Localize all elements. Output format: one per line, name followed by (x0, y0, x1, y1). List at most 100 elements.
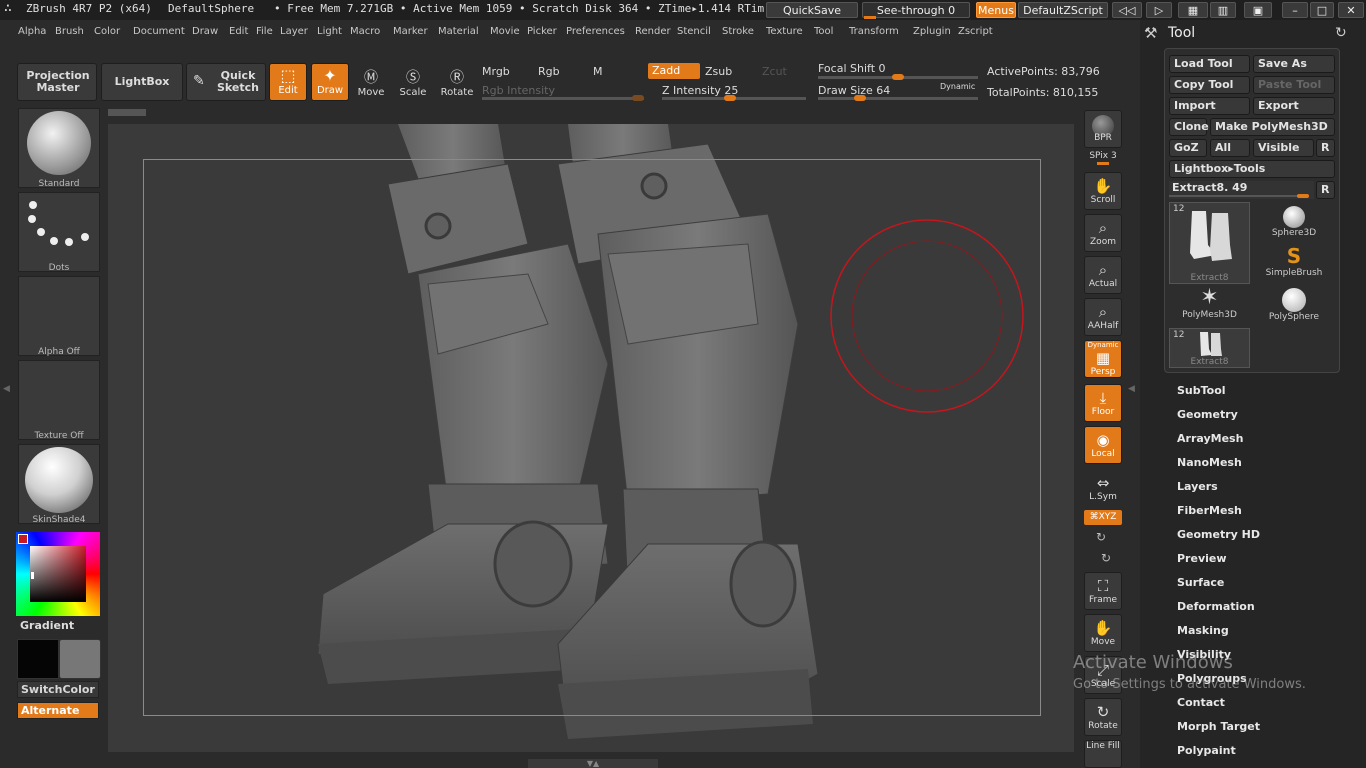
menu-material[interactable]: Material (438, 26, 479, 37)
section-subtool[interactable]: SubTool (1177, 384, 1226, 397)
menu-macro[interactable]: Macro (350, 26, 380, 37)
aahalf-button[interactable]: ⌕ AAHalf (1084, 298, 1122, 336)
floor-button[interactable]: ⤓ Floor (1084, 384, 1122, 422)
right-dock-arrow-icon[interactable]: ◀ (1128, 384, 1135, 394)
m-button[interactable]: M (593, 65, 603, 78)
menu-document[interactable]: Document (133, 26, 185, 37)
brush-selector[interactable]: Standard (18, 108, 100, 189)
alternate-button[interactable]: Alternate (17, 702, 99, 719)
refresh-icon[interactable]: ↻ (1335, 25, 1347, 41)
section-geometry-hd[interactable]: Geometry HD (1177, 528, 1260, 541)
paste-tool-button[interactable]: Paste Tool (1253, 76, 1335, 94)
menu-zscript[interactable]: Zscript (958, 26, 993, 37)
local-button[interactable]: ◉ Local (1084, 426, 1122, 464)
scroll-right-icon[interactable]: ▷ (1146, 2, 1172, 18)
menu-tool[interactable]: Tool (814, 26, 833, 37)
z-intensity-knob[interactable] (724, 95, 736, 101)
layout-icon[interactable]: ▦ (1178, 2, 1208, 18)
rotate-button[interactable]: Ⓡ Rotate (439, 63, 475, 101)
section-nanomesh[interactable]: NanoMesh (1177, 456, 1242, 469)
mrgb-button[interactable]: Mrgb (482, 65, 510, 78)
section-layers[interactable]: Layers (1177, 480, 1218, 493)
rotate-view-button[interactable]: ↻ Rotate (1084, 698, 1122, 736)
section-arraymesh[interactable]: ArrayMesh (1177, 432, 1243, 445)
tool-thumb-simplebrush[interactable]: S SimpleBrush (1256, 244, 1332, 284)
zoom-button[interactable]: ⌕ Zoom (1084, 214, 1122, 252)
color-picker-ring[interactable] (16, 532, 100, 616)
minimize-icon[interactable]: – (1282, 2, 1308, 18)
bottom-tray-handle-icon[interactable]: ▼▲ (528, 759, 658, 768)
section-surface[interactable]: Surface (1177, 576, 1224, 589)
menu-color[interactable]: Color (94, 26, 120, 37)
see-through-slider[interactable]: See-through 0 (862, 2, 970, 18)
tool-palette-title[interactable]: Tool (1168, 25, 1195, 41)
extract-r-button[interactable]: R (1316, 181, 1335, 199)
rgb-intensity-knob[interactable] (632, 95, 644, 101)
quicksave-button[interactable]: QuickSave (766, 2, 858, 18)
menu-render[interactable]: Render (635, 26, 671, 37)
rotate-z-icon[interactable]: ↻ (1101, 551, 1111, 565)
tool-thumb-extract8-small[interactable]: 12 Extract8 (1169, 328, 1250, 368)
save-as-button[interactable]: Save As (1253, 55, 1335, 73)
draw-size-slider[interactable] (818, 97, 978, 100)
menu-marker[interactable]: Marker (393, 26, 428, 37)
section-deformation[interactable]: Deformation (1177, 600, 1255, 613)
section-fibermesh[interactable]: FiberMesh (1177, 504, 1242, 517)
linefill-button[interactable]: Line Fill (1084, 740, 1122, 768)
maximize-icon[interactable]: □ (1310, 2, 1334, 18)
menu-transform[interactable]: Transform (849, 26, 899, 37)
draw-button[interactable]: ✦ Draw (311, 63, 349, 101)
load-tool-button[interactable]: Load Tool (1169, 55, 1250, 73)
gradient-label[interactable]: Gradient (20, 619, 74, 632)
goz-visible-button[interactable]: Visible (1253, 139, 1314, 157)
section-contact[interactable]: Contact (1177, 696, 1225, 709)
lock-icon[interactable]: ▣ (1244, 2, 1272, 18)
zadd-button[interactable]: Zadd (648, 63, 700, 79)
tray-handle[interactable] (108, 109, 146, 116)
xyz-button[interactable]: ⌘XYZ (1084, 510, 1122, 525)
extract-slider-knob[interactable] (1297, 194, 1309, 198)
actual-button[interactable]: ⌕ Actual (1084, 256, 1122, 294)
goz-button[interactable]: GoZ (1169, 139, 1207, 157)
persp-button[interactable]: Dynamic ▦ Persp (1084, 340, 1122, 378)
quick-sketch-button[interactable]: ✎ Quick Sketch (186, 63, 266, 101)
close-icon[interactable]: ✕ (1338, 2, 1364, 18)
menus-button[interactable]: Menus (976, 2, 1016, 18)
menu-draw[interactable]: Draw (192, 26, 218, 37)
scale-button[interactable]: Ⓢ Scale (396, 63, 430, 101)
section-geometry[interactable]: Geometry (1177, 408, 1238, 421)
spix-slider[interactable]: SPix 3 (1084, 151, 1122, 165)
tool-thumb-extract8[interactable]: 12 Extract8 (1169, 202, 1250, 284)
zbrush-logo-icon[interactable]: ∴ (4, 1, 12, 16)
spix-knob[interactable] (1097, 162, 1109, 165)
material-selector[interactable]: SkinShade4 (18, 444, 100, 525)
tool-thumb-sphere3d[interactable]: Sphere3D (1256, 202, 1332, 242)
menu-stroke[interactable]: Stroke (722, 26, 754, 37)
menu-brush[interactable]: Brush (55, 26, 84, 37)
menu-stencil[interactable]: Stencil (677, 26, 711, 37)
secondary-color-swatch[interactable] (59, 639, 101, 679)
section-morph-target[interactable]: Morph Target (1177, 720, 1260, 733)
tool-thumb-polysphere[interactable]: PolySphere (1256, 286, 1332, 326)
tool-thumb-polymesh3d[interactable]: ✶ PolyMesh3D (1169, 286, 1250, 326)
move-view-button[interactable]: ✋ Move (1084, 614, 1122, 652)
menu-texture[interactable]: Texture (766, 26, 803, 37)
scroll-left-icon[interactable]: ◁◁ (1112, 2, 1142, 18)
goz-r-button[interactable]: R (1316, 139, 1335, 157)
zcut-button[interactable]: Zcut (762, 65, 787, 78)
section-masking[interactable]: Masking (1177, 624, 1229, 637)
layout2-icon[interactable]: ▥ (1210, 2, 1236, 18)
menu-movie[interactable]: Movie (490, 26, 520, 37)
see-through-knob[interactable] (864, 16, 876, 19)
rgb-button[interactable]: Rgb (538, 65, 560, 78)
menu-alpha[interactable]: Alpha (18, 26, 46, 37)
draw-size-knob[interactable] (854, 95, 866, 101)
left-dock-arrow-icon[interactable]: ◀ (3, 384, 10, 394)
make-polymesh3d-button[interactable]: Make PolyMesh3D (1210, 118, 1335, 136)
lightbox-button[interactable]: LightBox (101, 63, 183, 101)
import-button[interactable]: Import (1169, 97, 1250, 115)
projection-master-button[interactable]: Projection Master (17, 63, 97, 101)
menu-zplugin[interactable]: Zplugin (913, 26, 951, 37)
lightbox-tools-button[interactable]: Lightbox▸Tools (1169, 160, 1335, 178)
dynamic-toggle[interactable]: Dynamic (940, 82, 975, 91)
